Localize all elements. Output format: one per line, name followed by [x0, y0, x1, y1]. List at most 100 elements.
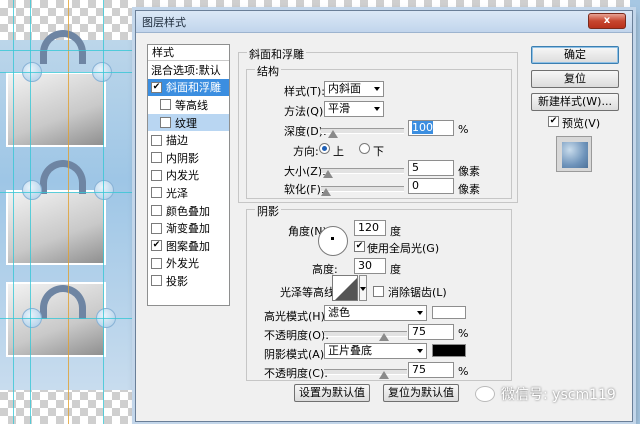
depth-unit: % [458, 123, 469, 136]
styles-list-header: 样式 [148, 45, 229, 61]
direction-up-radio[interactable] [319, 143, 330, 154]
style-item-checkbox[interactable] [160, 117, 171, 129]
altitude-input[interactable]: 30 [354, 258, 386, 274]
style-item[interactable]: ✔ 斜面和浮雕 [148, 78, 229, 97]
soften-input[interactable]: 0 [408, 178, 454, 194]
watermark-text: 微信号: yscm119 [501, 387, 616, 403]
canvas-photo [6, 190, 106, 265]
technique-select[interactable]: 平滑 [324, 101, 384, 117]
shadow-opacity-value: 75 [412, 363, 426, 376]
reset-default-button[interactable]: 复位为默认值 [383, 384, 459, 402]
guide-line [13, 0, 14, 424]
soften-slider[interactable] [321, 186, 404, 196]
style-item[interactable]: 内发光 [148, 167, 229, 185]
global-light-checkbox[interactable]: ✔ [354, 241, 365, 252]
make-default-button[interactable]: 设置为默认值 [294, 384, 370, 402]
shadow-opacity-input[interactable]: 75 [408, 362, 454, 378]
highlight-color-swatch[interactable] [432, 306, 466, 319]
style-item-label: 斜面和浮雕 [166, 81, 221, 95]
size-input[interactable]: 5 [408, 160, 454, 176]
chevron-down-icon [417, 311, 423, 315]
style-item-checkbox[interactable] [151, 222, 162, 234]
technique-label: 方法(Q): [284, 105, 327, 118]
style-item[interactable]: 渐变叠加 [148, 219, 229, 237]
angle-input[interactable]: 120 [354, 220, 386, 236]
style-item[interactable]: 外发光 [148, 255, 229, 273]
style-item-label: 等高线 [175, 98, 208, 112]
highlight-mode-select[interactable]: 滤色 [324, 305, 427, 321]
depth-slider[interactable] [321, 128, 404, 138]
altitude-unit: 度 [390, 263, 401, 276]
depth-slider-thumb[interactable] [328, 130, 339, 138]
highlight-opacity-label: 不透明度(O): [264, 329, 329, 342]
style-item-checkbox[interactable] [151, 152, 162, 164]
gloss-contour-picker[interactable] [332, 275, 358, 301]
style-item-checkbox[interactable] [151, 257, 162, 269]
highlight-opacity-thumb[interactable] [378, 333, 389, 341]
contour-dropdown[interactable] [359, 275, 367, 301]
guide-line [0, 318, 140, 319]
style-item-checkbox[interactable]: ✔ [151, 240, 162, 252]
chevron-down-icon [360, 287, 366, 291]
bevel-style-value: 内斜面 [328, 82, 361, 95]
blend-options-item[interactable]: 混合选项:默认 [148, 61, 229, 79]
angle-dial[interactable] [318, 226, 348, 256]
style-item-label: 光泽 [166, 186, 188, 200]
blend-options-label: 混合选项:默认 [151, 63, 221, 77]
shadow-opacity-slider[interactable] [324, 369, 407, 379]
preview-label: 预览(V) [562, 117, 601, 130]
close-button[interactable]: x [588, 13, 626, 29]
style-item[interactable]: 光泽 [148, 184, 229, 202]
chevron-down-icon [374, 87, 380, 91]
style-item-checkbox[interactable] [151, 134, 162, 146]
soften-slider-thumb[interactable] [321, 188, 331, 196]
style-item-label: 纹理 [175, 116, 197, 130]
style-item-checkbox[interactable] [151, 187, 162, 199]
gloss-contour-label: 光泽等高线: [280, 286, 339, 299]
dialog-titlebar[interactable]: 图层样式 x [136, 11, 632, 33]
canvas-hook [40, 30, 86, 64]
bevel-style-select[interactable]: 内斜面 [324, 81, 384, 97]
shadow-color-swatch[interactable] [432, 344, 466, 357]
style-item[interactable]: 内阴影 [148, 149, 229, 167]
shadow-opacity-thumb[interactable] [378, 371, 389, 379]
guide-line [103, 0, 104, 424]
ok-button[interactable]: 确定 [531, 46, 619, 64]
style-item-checkbox[interactable] [151, 169, 162, 181]
size-slider[interactable] [321, 168, 404, 178]
style-item-checkbox[interactable] [160, 99, 171, 111]
highlight-mode-label: 高光模式(H): [264, 310, 329, 323]
style-item[interactable]: ✔ 图案叠加 [148, 237, 229, 255]
depth-input[interactable]: 100 [408, 120, 454, 136]
depth-value: 100 [412, 121, 433, 134]
size-slider-thumb[interactable] [323, 170, 334, 178]
guide-line [30, 0, 31, 424]
canvas-pin [94, 180, 114, 200]
preview-checkbox[interactable]: ✔ [548, 116, 559, 127]
altitude-value: 30 [358, 259, 372, 272]
style-item-checkbox[interactable]: ✔ [151, 81, 162, 93]
style-item[interactable]: 颜色叠加 [148, 202, 229, 220]
technique-value: 平滑 [328, 102, 350, 115]
style-item-label: 图案叠加 [166, 239, 210, 253]
style-item[interactable]: 纹理 [148, 113, 229, 132]
angle-value: 120 [358, 221, 379, 234]
soften-value: 0 [412, 179, 419, 192]
style-item-label: 渐变叠加 [166, 222, 210, 236]
style-item[interactable]: 等高线 [148, 96, 229, 114]
direction-down-radio[interactable] [359, 143, 370, 154]
shadow-mode-select[interactable]: 正片叠底 [324, 343, 427, 359]
global-light-label: 使用全局光(G) [367, 242, 440, 255]
structure-title: 结构 [255, 63, 281, 79]
style-item[interactable]: 投影 [148, 272, 229, 290]
canvas-pin [22, 180, 42, 200]
style-item[interactable]: 描边 [148, 131, 229, 149]
anti-aliased-checkbox[interactable] [373, 286, 384, 297]
highlight-opacity-input[interactable]: 75 [408, 324, 454, 340]
reset-button[interactable]: 复位 [531, 70, 619, 88]
highlight-opacity-slider[interactable] [324, 331, 407, 341]
style-item-checkbox[interactable] [151, 275, 162, 287]
style-preview-thumbnail [556, 136, 592, 172]
style-item-checkbox[interactable] [151, 205, 162, 217]
new-style-button[interactable]: 新建样式(W)... [531, 93, 619, 111]
